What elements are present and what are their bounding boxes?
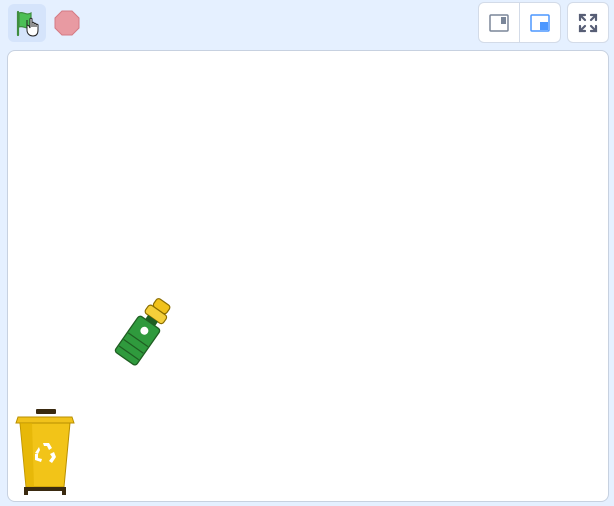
- stop-button[interactable]: [52, 8, 82, 38]
- fullscreen-button[interactable]: [567, 2, 609, 43]
- normal-stage-icon: [530, 13, 550, 32]
- stage-header: [0, 0, 614, 46]
- stage-size-toggle: [478, 2, 561, 43]
- small-stage-icon: [489, 13, 509, 32]
- normal-stage-button[interactable]: [519, 3, 560, 42]
- stop-sign-icon: [54, 10, 80, 36]
- green-flag-icon: [16, 10, 39, 37]
- fullscreen-icon: [578, 13, 598, 32]
- bottle-sprite[interactable]: [108, 291, 178, 371]
- recycle-bin-sprite[interactable]: [14, 407, 76, 495]
- small-stage-button[interactable]: [479, 3, 519, 42]
- green-flag-button[interactable]: [8, 4, 46, 42]
- stage-canvas[interactable]: [7, 50, 609, 502]
